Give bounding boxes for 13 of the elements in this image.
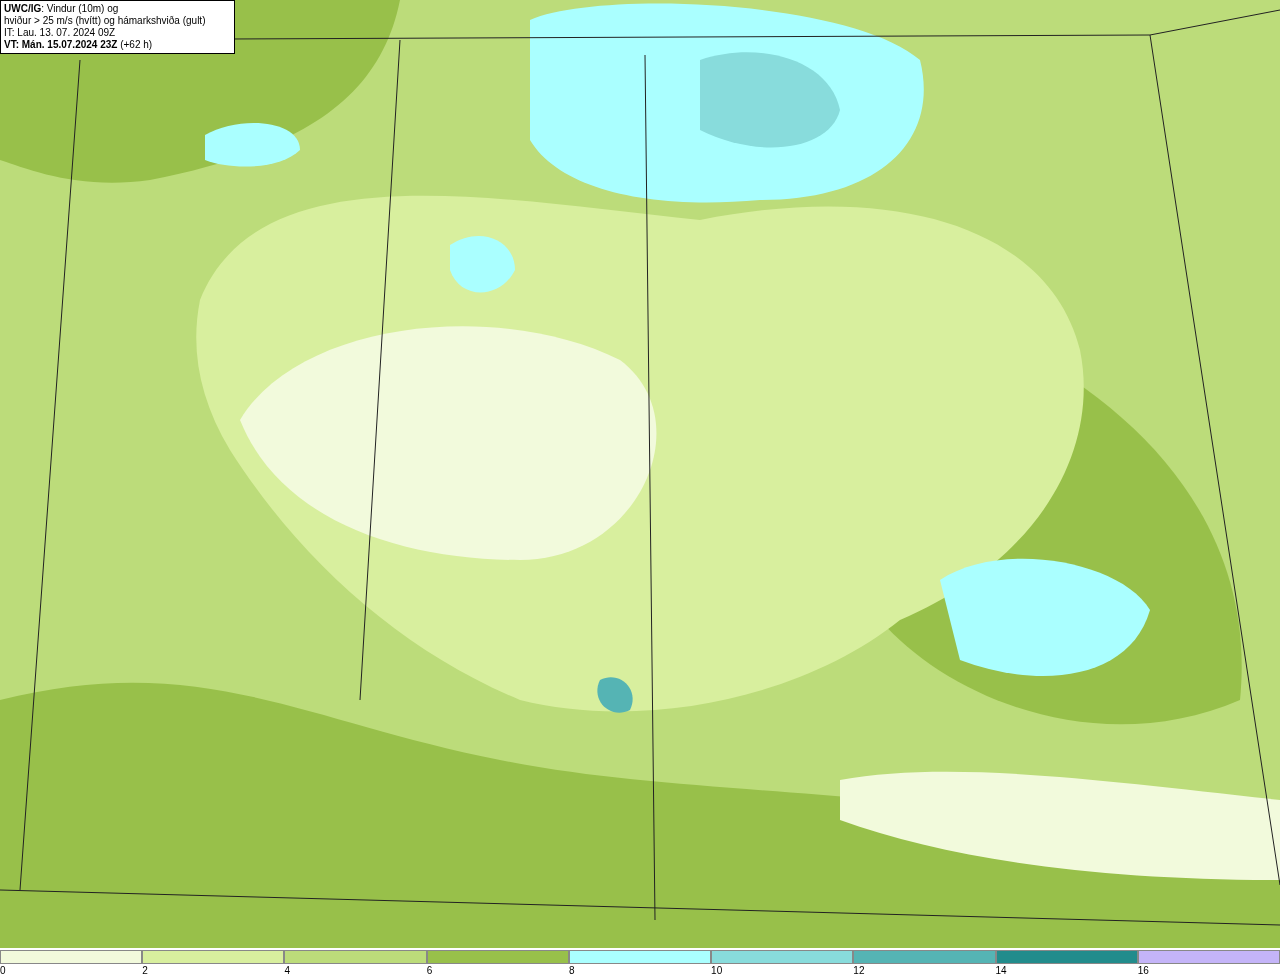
title-text: VT: Mán. 15.07.2024 23Z (+62 h)	[4, 39, 154, 51]
legend-label: 12	[853, 965, 865, 977]
title-text: hviður > 25 m/s (hvítt) og hámarkshviða (gult)	[4, 15, 207, 27]
legend-label: 16	[1137, 965, 1149, 977]
title-text: UWC/IG: Vindur (10m) og	[4, 3, 120, 15]
legend-label: 10	[711, 965, 723, 977]
title-text: IT: Lau. 13. 07. 2024 09Z	[4, 27, 117, 39]
legend-label: 14	[995, 965, 1007, 977]
legend-label: 2	[142, 965, 148, 977]
legend-label: 4	[284, 965, 290, 977]
legend-label: 6	[426, 965, 433, 977]
legend-label: 0	[0, 965, 6, 977]
legend-label: 8	[568, 965, 575, 977]
